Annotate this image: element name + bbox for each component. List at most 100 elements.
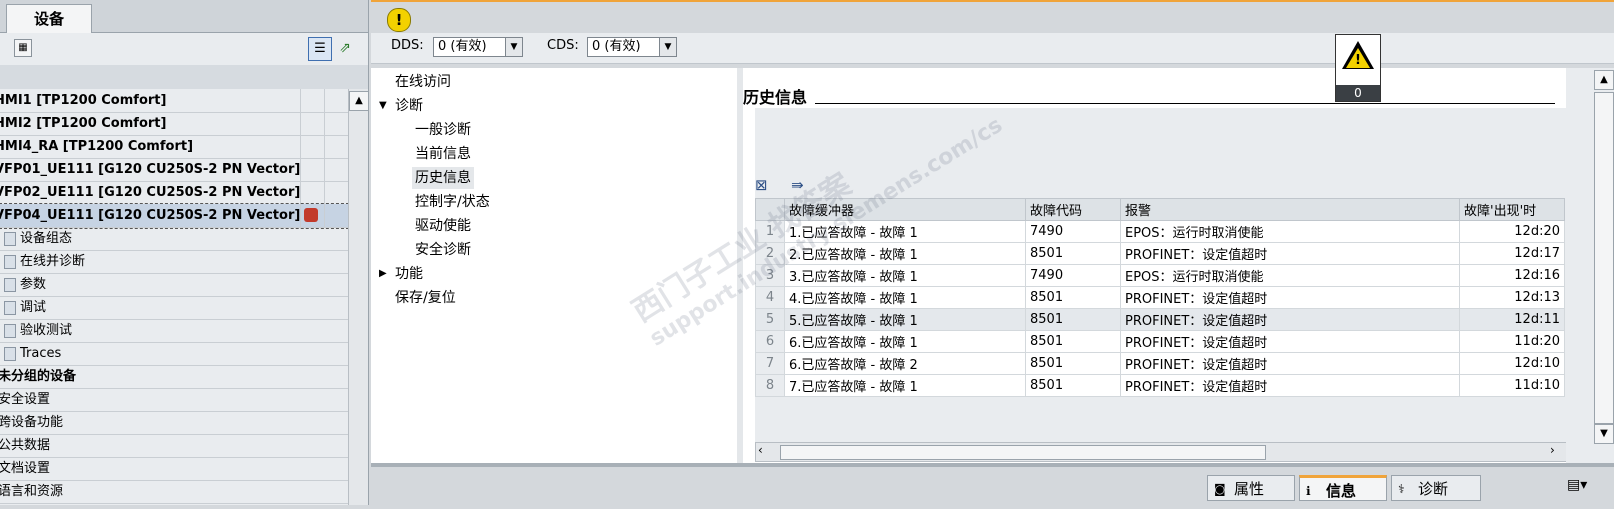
tab-properties[interactable]: ◙ 属性: [1207, 475, 1295, 501]
col-code[interactable]: 故障代码: [1025, 198, 1121, 221]
col-buffer[interactable]: 故障缓冲器: [784, 198, 1026, 221]
properties-icon: ◙: [1214, 482, 1226, 496]
table-row[interactable]: 4 4.已应答故障 - 故障 1 8501 PROFINET：设定值超时 12d:13: [755, 286, 1565, 309]
scroll-up-button[interactable]: ▲: [349, 91, 368, 111]
nav-item[interactable]: ▼ 诊断: [379, 95, 423, 117]
tree-item[interactable]: VFP01_UE111 [G120 CU250S-2 PN Vector]: [0, 158, 348, 182]
tree-item[interactable]: 在线并诊断: [0, 250, 348, 274]
tree-item[interactable]: 验收测试: [0, 319, 348, 343]
tab-devices[interactable]: 设备: [6, 4, 92, 33]
tree-item-label: 安全设置: [0, 392, 51, 407]
tree-view-icon[interactable]: ▦: [14, 39, 32, 57]
chevron-down-icon[interactable]: ▼: [379, 95, 387, 117]
parameters-icon: [4, 277, 16, 292]
nav-item[interactable]: 一般诊断: [415, 119, 471, 141]
nav-item[interactable]: 控制字/状态: [415, 191, 490, 213]
online-diagnostics-icon: [4, 254, 16, 269]
tree-item[interactable]: 未分组的设备: [0, 365, 348, 389]
tree-item[interactable]: 参数: [0, 273, 348, 297]
tree-item[interactable]: HMI2 [TP1200 Comfort]: [0, 112, 348, 136]
scroll-thumb[interactable]: [1594, 92, 1614, 424]
history-content: 历史信息 ⊠ ⇛ 故障 故障缓冲器 故障代码 报警 故障'出现'时 11.已应答…: [743, 68, 1567, 463]
section-divider: [815, 103, 1555, 104]
table-row[interactable]: 3 3.已应答故障 - 故障 1 7490 EPOS：运行时取消使能 12d:16: [755, 264, 1565, 287]
col-alarm[interactable]: 报警: [1120, 198, 1460, 221]
col-time[interactable]: 故障'出现'时: [1459, 198, 1565, 221]
device-tree-tabstrip: 设备: [0, 0, 368, 33]
tab-info[interactable]: ℹ 信息: [1299, 475, 1387, 501]
cell-buffer: 6.已应答故障 - 故障 1: [784, 330, 1026, 353]
nav-item[interactable]: 驱动使能: [415, 215, 471, 237]
tab-diagnostics[interactable]: ⚕ 诊断: [1391, 475, 1481, 501]
tree-item[interactable]: HMI1 [TP1200 Comfort]: [0, 89, 348, 113]
horizontal-scrollbar[interactable]: ‹ ›: [755, 442, 1567, 462]
tree-item[interactable]: VFP02_UE111 [G120 CU250S-2 PN Vector]: [0, 181, 348, 205]
row-number: 2: [755, 242, 785, 265]
scroll-right-icon[interactable]: ›: [1550, 443, 1555, 457]
nav-item[interactable]: 历史信息: [412, 167, 474, 189]
warning-badge[interactable]: ! 0: [1335, 34, 1381, 102]
table-row[interactable]: 1 1.已应答故障 - 故障 1 7490 EPOS：运行时取消使能 12d:20: [755, 220, 1565, 243]
warning-icon[interactable]: !: [387, 8, 411, 32]
tree-item[interactable]: 安全设置: [0, 388, 348, 412]
cell-time: 11d:10: [1459, 374, 1565, 397]
table-row[interactable]: 7 6.已应答故障 - 故障 2 8501 PROFINET：设定值超时 12d:10: [755, 352, 1565, 375]
tree-item-label: HMI1 [TP1200 Comfort]: [0, 93, 167, 108]
row-number: 6: [755, 330, 785, 353]
table-view-icon[interactable]: ☰: [308, 37, 332, 61]
chevron-right-icon[interactable]: ▶: [379, 263, 387, 285]
data-set-selector-bar: DDS: 0 (有效) ▼ CDS: 0 (有效) ▼: [371, 33, 1614, 64]
nav-item[interactable]: 安全诊断: [415, 239, 471, 261]
cell-alarm: PROFINET：设定值超时: [1120, 352, 1460, 375]
tree-item-label: 文档设置: [0, 461, 51, 476]
cell-time: 11d:20: [1459, 330, 1565, 353]
chevron-down-icon[interactable]: ▼: [505, 38, 522, 56]
nav-item-label: 在线访问: [395, 74, 451, 90]
cds-select[interactable]: 0 (有效) ▼: [587, 37, 677, 57]
export-icon[interactable]: ⇗: [336, 39, 354, 57]
col-index: [755, 198, 785, 221]
tree-item[interactable]: 调试: [0, 296, 348, 320]
content-scrollbar[interactable]: ▲ ▼: [1566, 68, 1614, 463]
cell-code: 8501: [1025, 352, 1121, 375]
device-tree-scrollbar[interactable]: ▲: [348, 89, 368, 505]
dds-select[interactable]: 0 (有效) ▼: [433, 37, 523, 57]
tree-status-cells: [300, 181, 348, 204]
tree-item[interactable]: 跨设备功能: [0, 411, 348, 435]
table-row[interactable]: 5 5.已应答故障 - 故障 1 8501 PROFINET：设定值超时 12d:11: [755, 308, 1565, 331]
dds-value: 0 (有效): [438, 39, 487, 54]
cell-code: 8501: [1025, 286, 1121, 309]
scroll-left-icon[interactable]: ‹: [758, 443, 763, 457]
tree-item[interactable]: 文档设置: [0, 457, 348, 481]
table-row[interactable]: 2 2.已应答故障 - 故障 1 8501 PROFINET：设定值超时 12d:17: [755, 242, 1565, 265]
tree-item[interactable]: 语言和资源: [0, 480, 348, 504]
cell-time: 12d:16: [1459, 264, 1565, 287]
table-row[interactable]: 8 7.已应答故障 - 故障 1 8501 PROFINET：设定值超时 11d:10: [755, 374, 1565, 397]
export-faults-icon[interactable]: ⇛: [791, 176, 804, 194]
nav-item[interactable]: 保存/复位: [395, 287, 456, 309]
tree-item[interactable]: 设备组态: [0, 227, 348, 251]
table-row[interactable]: 6 6.已应答故障 - 故障 1 8501 PROFINET：设定值超时 11d:20: [755, 330, 1565, 353]
tree-item-label: VFP04_UE111 [G120 CU250S-2 PN Vector]: [0, 208, 301, 223]
tree-item[interactable]: Traces: [0, 342, 348, 366]
tree-item[interactable]: 公共数据: [0, 434, 348, 458]
clear-faults-icon[interactable]: ⊠: [755, 176, 768, 194]
tree-item-label: VFP01_UE111 [G120 CU250S-2 PN Vector]: [0, 162, 301, 177]
exclamation-icon: !: [1355, 53, 1361, 68]
scroll-down-button[interactable]: ▼: [1594, 424, 1614, 444]
chevron-down-icon[interactable]: ▼: [659, 38, 676, 56]
scroll-thumb[interactable]: [780, 445, 1266, 460]
cell-alarm: PROFINET：设定值超时: [1120, 242, 1460, 265]
nav-item[interactable]: 在线访问: [395, 71, 451, 93]
cell-buffer: 2.已应答故障 - 故障 1: [784, 242, 1026, 265]
tree-item[interactable]: VFP04_UE111 [G120 CU250S-2 PN Vector]: [0, 203, 349, 229]
tree-item-label: 调试: [20, 300, 47, 315]
row-number: 3: [755, 264, 785, 287]
tree-item-label: 未分组的设备: [0, 369, 77, 384]
panel-options-icon[interactable]: ▤▾: [1567, 477, 1587, 493]
tree-item-label: 公共数据: [0, 438, 51, 453]
nav-item[interactable]: ▶ 功能: [379, 263, 423, 285]
nav-item[interactable]: 当前信息: [415, 143, 471, 165]
scroll-up-button[interactable]: ▲: [1594, 70, 1614, 90]
tree-item[interactable]: HMI4_RA [TP1200 Comfort]: [0, 135, 348, 159]
